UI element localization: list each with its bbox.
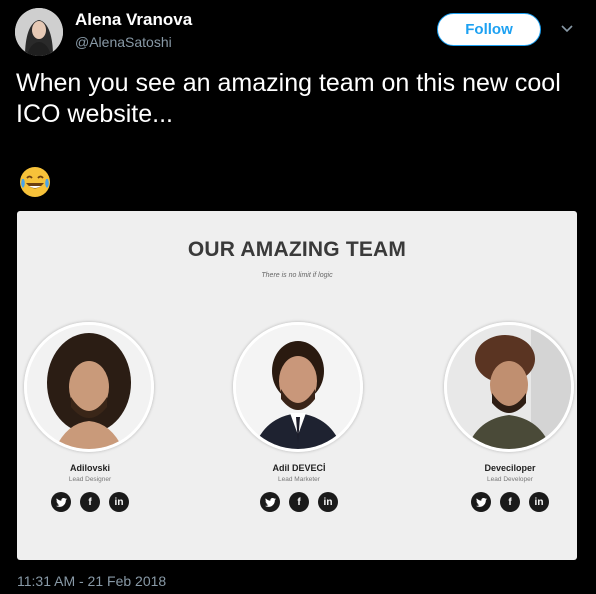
- linkedin-icon[interactable]: in: [109, 492, 129, 512]
- member-social-links: f in: [20, 492, 160, 512]
- member-name: Adilovski: [20, 463, 160, 473]
- person-photo-icon: [447, 325, 571, 449]
- member-social-links: f in: [440, 492, 577, 512]
- linkedin-icon[interactable]: in: [318, 492, 338, 512]
- twitter-icon[interactable]: [260, 492, 280, 512]
- member-photo: [233, 322, 363, 452]
- author-avatar[interactable]: [15, 8, 63, 56]
- member-photo: [24, 322, 154, 452]
- tweet-text: When you see an amazing team on this new…: [16, 68, 581, 130]
- author-handle[interactable]: @AlenaSatoshi: [75, 34, 172, 50]
- team-heading: OUR AMAZING TEAM: [17, 238, 577, 262]
- twitter-icon[interactable]: [471, 492, 491, 512]
- member-role: Lead Marketer: [229, 476, 369, 483]
- member-role: Lead Designer: [20, 476, 160, 483]
- facebook-icon[interactable]: f: [289, 492, 309, 512]
- member-role: Lead Developer: [440, 476, 577, 483]
- tweet-media-image[interactable]: OUR AMAZING TEAM There is no limit if lo…: [17, 211, 577, 560]
- author-name[interactable]: Alena Vranova: [75, 10, 192, 30]
- person-photo-icon: [27, 325, 151, 449]
- person-photo-icon: [236, 325, 360, 449]
- team-subtitle: There is no limit if logic: [17, 272, 577, 279]
- facebook-icon[interactable]: f: [500, 492, 520, 512]
- follow-button[interactable]: Follow: [437, 13, 541, 46]
- avatar-photo-icon: [15, 8, 63, 56]
- member-photo: [444, 322, 574, 452]
- member-name: Adil DEVECİ: [229, 463, 369, 473]
- member-name: Deveciloper: [440, 463, 577, 473]
- tears-of-joy-emoji-icon: [18, 165, 52, 199]
- linkedin-icon[interactable]: in: [529, 492, 549, 512]
- twitter-icon[interactable]: [51, 492, 71, 512]
- member-social-links: f in: [229, 492, 369, 512]
- tweet-timestamp[interactable]: 11:31 AM - 21 Feb 2018: [17, 573, 166, 589]
- chevron-down-icon[interactable]: [560, 24, 574, 34]
- facebook-icon[interactable]: f: [80, 492, 100, 512]
